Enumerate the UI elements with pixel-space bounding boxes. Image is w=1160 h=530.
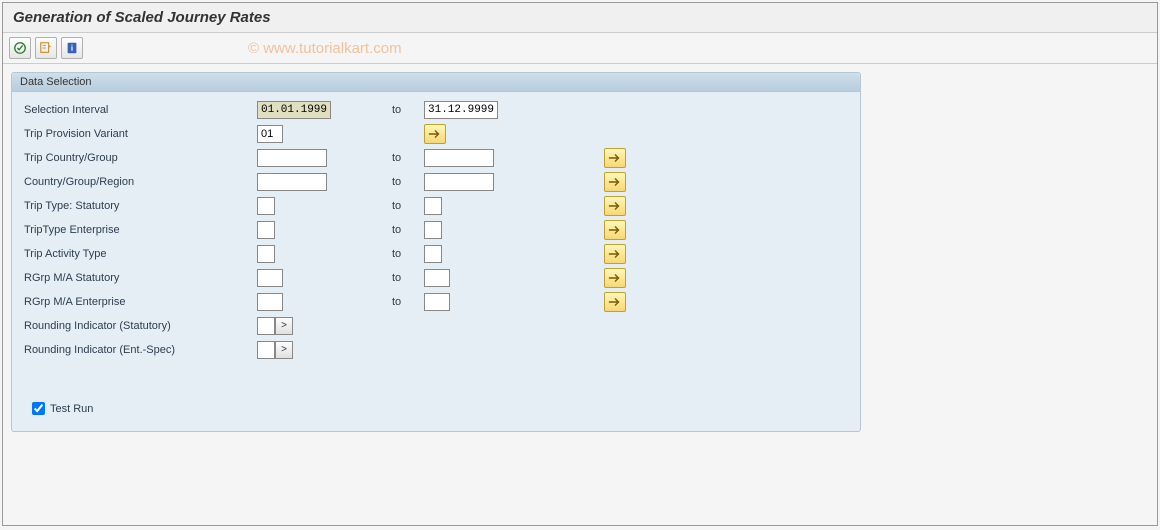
rgrp-ma-enterprise-from[interactable] bbox=[257, 293, 283, 311]
trip-country-group-from[interactable] bbox=[257, 149, 327, 167]
label-country-group-region: Country/Group/Region bbox=[22, 176, 257, 188]
trip-country-group-to[interactable] bbox=[424, 149, 494, 167]
row-trip-activity-type: Trip Activity Type to bbox=[22, 242, 850, 266]
row-country-group-region: Country/Group/Region to bbox=[22, 170, 850, 194]
trip-type-statutory-from[interactable] bbox=[257, 197, 275, 215]
row-rgrp-ma-enterprise: RGrp M/A Enterprise to bbox=[22, 290, 850, 314]
to-label: to bbox=[392, 224, 424, 236]
test-run-label: Test Run bbox=[50, 403, 93, 415]
info-icon: i bbox=[65, 41, 79, 55]
rgrp-ma-enterprise-to[interactable] bbox=[424, 293, 450, 311]
row-selection-interval: Selection Interval to bbox=[22, 98, 850, 122]
multi-select-rgrp-ma-statutory[interactable] bbox=[604, 268, 626, 288]
selection-interval-to[interactable] bbox=[424, 101, 498, 119]
country-group-region-to[interactable] bbox=[424, 173, 494, 191]
trip-type-statutory-to[interactable] bbox=[424, 197, 442, 215]
multi-select-trip-type-enterprise[interactable] bbox=[604, 220, 626, 240]
variant-icon bbox=[39, 41, 53, 55]
trip-activity-type-to[interactable] bbox=[424, 245, 442, 263]
toolbar: i © www.tutorialkart.com bbox=[3, 33, 1157, 64]
arrow-right-icon bbox=[608, 152, 622, 164]
rgrp-ma-statutory-to[interactable] bbox=[424, 269, 450, 287]
label-rgrp-ma-enterprise: RGrp M/A Enterprise bbox=[22, 296, 257, 308]
label-rounding-statutory: Rounding Indicator (Statutory) bbox=[22, 320, 257, 332]
label-selection-interval: Selection Interval bbox=[22, 104, 257, 116]
row-test-run: Test Run bbox=[22, 402, 850, 415]
to-label: to bbox=[392, 104, 424, 116]
label-trip-type-statutory: Trip Type: Statutory bbox=[22, 200, 257, 212]
to-label: to bbox=[392, 200, 424, 212]
rounding-entspec-input[interactable] bbox=[257, 341, 275, 359]
row-trip-type-enterprise: TripType Enterprise to bbox=[22, 218, 850, 242]
arrow-right-icon bbox=[608, 224, 622, 236]
page-title: Generation of Scaled Journey Rates bbox=[13, 9, 271, 26]
variant-button[interactable] bbox=[35, 37, 57, 59]
trip-type-enterprise-from[interactable] bbox=[257, 221, 275, 239]
country-group-region-from[interactable] bbox=[257, 173, 327, 191]
watermark: © www.tutorialkart.com bbox=[248, 40, 402, 57]
test-run-checkbox[interactable] bbox=[32, 402, 45, 415]
selection-interval-from[interactable] bbox=[257, 101, 331, 119]
rounding-entspec-dropdown[interactable]: > bbox=[275, 341, 293, 359]
multi-select-trip-country-group[interactable] bbox=[604, 148, 626, 168]
spacer bbox=[22, 362, 850, 402]
multi-select-trip-provision-variant[interactable] bbox=[424, 124, 446, 144]
row-trip-type-statutory: Trip Type: Statutory to bbox=[22, 194, 850, 218]
row-rounding-entspec: Rounding Indicator (Ent.-Spec) > bbox=[22, 338, 850, 362]
arrow-right-icon bbox=[608, 296, 622, 308]
label-trip-activity-type: Trip Activity Type bbox=[22, 248, 257, 260]
to-label: to bbox=[392, 176, 424, 188]
arrow-right-icon bbox=[428, 128, 442, 140]
multi-select-trip-activity-type[interactable] bbox=[604, 244, 626, 264]
row-rgrp-ma-statutory: RGrp M/A Statutory to bbox=[22, 266, 850, 290]
arrow-right-icon bbox=[608, 176, 622, 188]
trip-activity-type-from[interactable] bbox=[257, 245, 275, 263]
app-window: Generation of Scaled Journey Rates i © w… bbox=[2, 2, 1158, 526]
label-rounding-entspec: Rounding Indicator (Ent.-Spec) bbox=[22, 344, 257, 356]
to-label: to bbox=[392, 272, 424, 284]
multi-select-trip-type-statutory[interactable] bbox=[604, 196, 626, 216]
rounding-statutory-dropdown[interactable]: > bbox=[275, 317, 293, 335]
panel-header: Data Selection bbox=[12, 73, 860, 92]
arrow-right-icon bbox=[608, 248, 622, 260]
trip-type-enterprise-to[interactable] bbox=[424, 221, 442, 239]
to-label: to bbox=[392, 296, 424, 308]
row-trip-provision-variant: Trip Provision Variant bbox=[22, 122, 850, 146]
to-label: to bbox=[392, 152, 424, 164]
data-selection-panel: Data Selection Selection Interval to Tri… bbox=[11, 72, 861, 432]
info-button[interactable]: i bbox=[61, 37, 83, 59]
rgrp-ma-statutory-from[interactable] bbox=[257, 269, 283, 287]
content-area: Data Selection Selection Interval to Tri… bbox=[3, 64, 1157, 525]
multi-select-rgrp-ma-enterprise[interactable] bbox=[604, 292, 626, 312]
multi-select-country-group-region[interactable] bbox=[604, 172, 626, 192]
label-trip-type-enterprise: TripType Enterprise bbox=[22, 224, 257, 236]
panel-body: Selection Interval to Trip Provision Var… bbox=[12, 92, 860, 419]
row-rounding-statutory: Rounding Indicator (Statutory) > bbox=[22, 314, 850, 338]
label-trip-country-group: Trip Country/Group bbox=[22, 152, 257, 164]
rounding-statutory-input[interactable] bbox=[257, 317, 275, 335]
to-label: to bbox=[392, 248, 424, 260]
row-trip-country-group: Trip Country/Group to bbox=[22, 146, 850, 170]
title-bar: Generation of Scaled Journey Rates bbox=[3, 3, 1157, 33]
arrow-right-icon bbox=[608, 200, 622, 212]
arrow-right-icon bbox=[608, 272, 622, 284]
label-trip-provision-variant: Trip Provision Variant bbox=[22, 128, 257, 140]
label-rgrp-ma-statutory: RGrp M/A Statutory bbox=[22, 272, 257, 284]
trip-provision-variant-input[interactable] bbox=[257, 125, 283, 143]
execute-button[interactable] bbox=[9, 37, 31, 59]
execute-icon bbox=[13, 41, 27, 55]
